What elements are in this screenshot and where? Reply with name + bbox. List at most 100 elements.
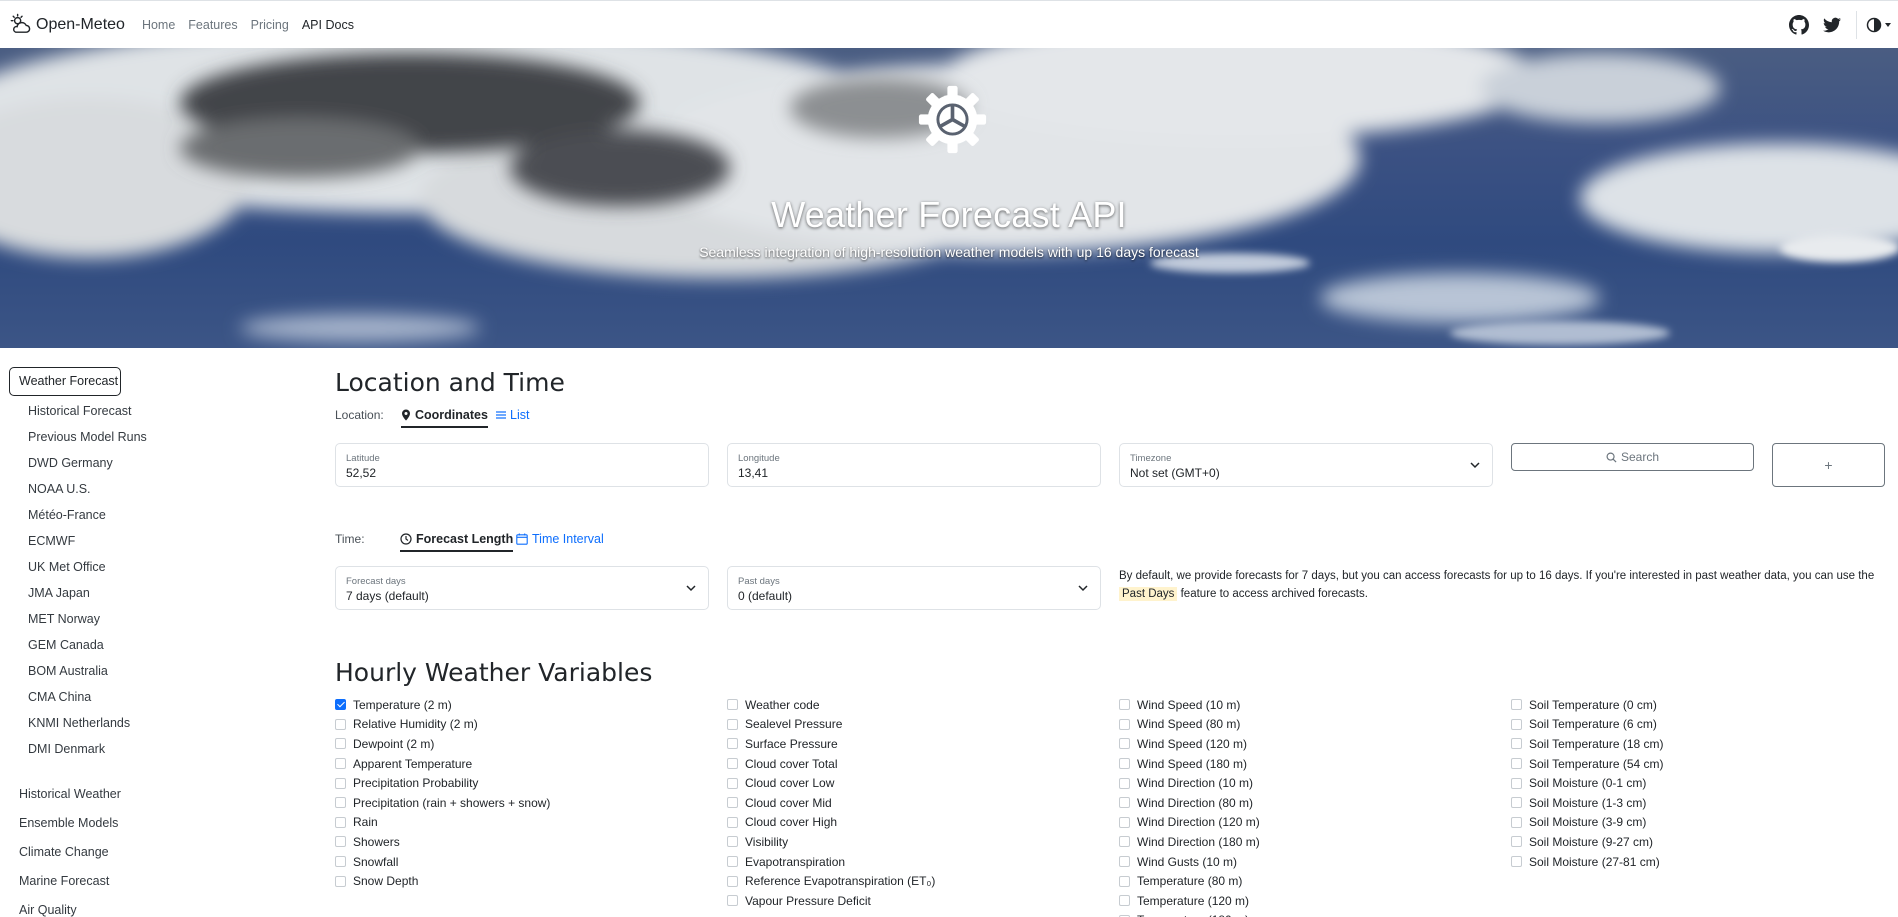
longitude-field[interactable]: Longitude 13,41 — [727, 443, 1101, 487]
checkbox[interactable] — [335, 856, 346, 868]
checkbox[interactable] — [335, 738, 346, 750]
sidebar-item-historical-weather[interactable]: Historical Weather — [19, 787, 121, 801]
variable-checkbox-row[interactable]: Wind Speed (180 m) — [1119, 754, 1260, 774]
checkbox[interactable] — [1511, 836, 1522, 848]
twitter-icon[interactable] — [1821, 14, 1843, 36]
sidebar-item-dwd-germany[interactable]: DWD Germany — [28, 456, 113, 470]
variable-checkbox-row[interactable]: Soil Moisture (27-81 cm) — [1511, 852, 1664, 872]
variable-checkbox-row[interactable]: Precipitation (rain + showers + snow) — [335, 793, 550, 813]
checkbox[interactable] — [1119, 875, 1130, 887]
checkbox[interactable] — [1511, 777, 1522, 789]
variable-checkbox-row[interactable]: Precipitation Probability — [335, 773, 550, 793]
variable-checkbox-row[interactable]: Cloud cover Total — [727, 754, 935, 774]
variable-checkbox-row[interactable]: Dewpoint (2 m) — [335, 734, 550, 754]
variable-checkbox-row[interactable]: Soil Moisture (1-3 cm) — [1511, 793, 1664, 813]
sidebar-item-knmi-netherlands[interactable]: KNMI Netherlands — [28, 716, 130, 730]
checkbox[interactable] — [1511, 718, 1522, 730]
checkbox[interactable] — [1119, 777, 1130, 789]
variable-checkbox-row[interactable]: Soil Temperature (18 cm) — [1511, 734, 1664, 754]
sidebar-item-weather-forecast[interactable]: Weather Forecast — [9, 367, 121, 396]
variable-checkbox-row[interactable]: Temperature (2 m) — [335, 695, 550, 715]
sidebar-item-jma-japan[interactable]: JMA Japan — [28, 586, 90, 600]
checkbox[interactable] — [1119, 738, 1130, 750]
nav-home[interactable]: Home — [142, 18, 175, 32]
variable-checkbox-row[interactable]: Soil Moisture (3-9 cm) — [1511, 813, 1664, 833]
variable-checkbox-row[interactable]: Visibility — [727, 832, 935, 852]
sidebar-item-uk-met-office[interactable]: UK Met Office — [28, 560, 106, 574]
checkbox[interactable] — [1511, 738, 1522, 750]
sidebar-item-air-quality[interactable]: Air Quality — [19, 903, 77, 917]
variable-checkbox-row[interactable]: Sealevel Pressure — [727, 715, 935, 735]
tab-list[interactable]: List — [496, 408, 529, 422]
variable-checkbox-row[interactable]: Soil Temperature (54 cm) — [1511, 754, 1664, 774]
checkbox[interactable] — [1119, 856, 1130, 868]
checkbox[interactable] — [335, 816, 346, 828]
brand-link[interactable]: Open-Meteo — [9, 13, 125, 36]
checkbox[interactable] — [1119, 718, 1130, 730]
checkbox[interactable] — [1119, 895, 1130, 907]
checkbox[interactable] — [335, 777, 346, 789]
checkbox[interactable] — [1511, 797, 1522, 809]
variable-checkbox-row[interactable]: Apparent Temperature — [335, 754, 550, 774]
checkbox[interactable] — [335, 699, 346, 711]
checkbox[interactable] — [335, 718, 346, 730]
variable-checkbox-row[interactable]: Wind Direction (80 m) — [1119, 793, 1260, 813]
sidebar-item-ecmwf[interactable]: ECMWF — [28, 534, 75, 548]
checkbox[interactable] — [1119, 816, 1130, 828]
variable-checkbox-row[interactable]: Soil Temperature (6 cm) — [1511, 715, 1664, 735]
variable-checkbox-row[interactable]: Relative Humidity (2 m) — [335, 715, 550, 735]
checkbox[interactable] — [727, 875, 738, 887]
checkbox[interactable] — [727, 718, 738, 730]
sidebar-item-historical-forecast[interactable]: Historical Forecast — [28, 404, 132, 418]
nav-pricing[interactable]: Pricing — [251, 18, 289, 32]
variable-checkbox-row[interactable]: Vapour Pressure Deficit — [727, 891, 935, 911]
add-location-button[interactable]: + — [1772, 443, 1885, 487]
variable-checkbox-row[interactable]: Weather code — [727, 695, 935, 715]
variable-checkbox-row[interactable]: Wind Direction (180 m) — [1119, 832, 1260, 852]
variable-checkbox-row[interactable]: Wind Speed (80 m) — [1119, 715, 1260, 735]
variable-checkbox-row[interactable]: Soil Moisture (9-27 cm) — [1511, 832, 1664, 852]
checkbox[interactable] — [1511, 856, 1522, 868]
sidebar-item-noaa-us[interactable]: NOAA U.S. — [28, 482, 91, 496]
sidebar-item-gem-canada[interactable]: GEM Canada — [28, 638, 104, 652]
sidebar-item-meteo-france[interactable]: Météo-France — [28, 508, 106, 522]
variable-checkbox-row[interactable]: Soil Temperature (0 cm) — [1511, 695, 1664, 715]
variable-checkbox-row[interactable]: Surface Pressure — [727, 734, 935, 754]
variable-checkbox-row[interactable]: Wind Direction (10 m) — [1119, 773, 1260, 793]
variable-checkbox-row[interactable]: Wind Direction (120 m) — [1119, 813, 1260, 833]
theme-toggle-button[interactable] — [1866, 17, 1892, 33]
variable-checkbox-row[interactable]: Evapotranspiration — [727, 852, 935, 872]
checkbox[interactable] — [1511, 699, 1522, 711]
github-icon[interactable] — [1788, 14, 1810, 36]
checkbox[interactable] — [727, 777, 738, 789]
variable-checkbox-row[interactable]: Rain — [335, 813, 550, 833]
variable-checkbox-row[interactable]: Wind Gusts (10 m) — [1119, 852, 1260, 872]
checkbox[interactable] — [1511, 758, 1522, 770]
forecast-days-select[interactable]: Forecast days 7 days (default) — [335, 566, 709, 610]
sidebar-item-ensemble-models[interactable]: Ensemble Models — [19, 816, 118, 830]
variable-checkbox-row[interactable]: Wind Speed (120 m) — [1119, 734, 1260, 754]
checkbox[interactable] — [1511, 816, 1522, 828]
sidebar-item-climate-change[interactable]: Climate Change — [19, 845, 109, 859]
tab-forecast-length[interactable]: Forecast Length — [400, 532, 514, 552]
variable-checkbox-row[interactable]: Temperature (80 m) — [1119, 871, 1260, 891]
tab-time-interval[interactable]: Time Interval — [516, 532, 604, 546]
variable-checkbox-row[interactable]: Temperature (120 m) — [1119, 891, 1260, 911]
sidebar-item-previous-model-runs[interactable]: Previous Model Runs — [28, 430, 147, 444]
checkbox[interactable] — [1119, 797, 1130, 809]
variable-checkbox-row[interactable]: Soil Moisture (0-1 cm) — [1511, 773, 1664, 793]
checkbox[interactable] — [335, 836, 346, 848]
timezone-select[interactable]: Timezone Not set (GMT+0) — [1119, 443, 1493, 487]
latitude-field[interactable]: Latitude 52,52 — [335, 443, 709, 487]
variable-checkbox-row[interactable]: Snow Depth — [335, 871, 550, 891]
sidebar-item-cma-china[interactable]: CMA China — [28, 690, 91, 704]
checkbox[interactable] — [727, 895, 738, 907]
nav-api-docs[interactable]: API Docs — [302, 18, 354, 32]
checkbox[interactable] — [727, 816, 738, 828]
checkbox[interactable] — [1119, 836, 1130, 848]
sidebar-item-bom-australia[interactable]: BOM Australia — [28, 664, 108, 678]
checkbox[interactable] — [727, 797, 738, 809]
tab-coordinates[interactable]: Coordinates — [401, 408, 488, 428]
checkbox[interactable] — [727, 699, 738, 711]
variable-checkbox-row[interactable]: Temperature (180 m) — [1119, 911, 1260, 917]
